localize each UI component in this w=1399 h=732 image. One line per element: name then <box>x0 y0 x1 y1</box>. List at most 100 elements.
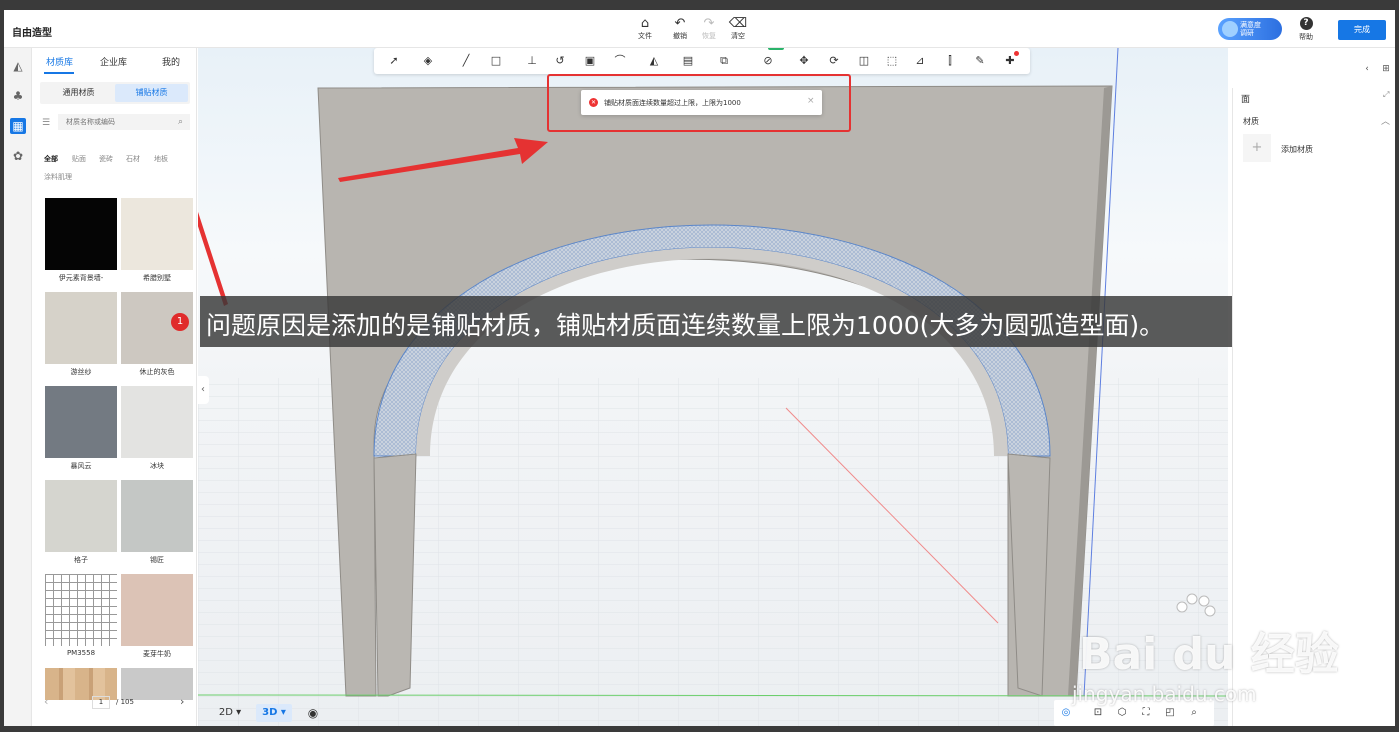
prev-page-icon[interactable]: ‹ <box>44 695 48 708</box>
brush-icon[interactable]: ✎ <box>970 52 990 70</box>
search-icon[interactable]: ⌕ <box>178 117 183 127</box>
rotate-icon[interactable]: ⟳ <box>824 52 844 70</box>
category-floor[interactable]: 地板 <box>154 154 168 164</box>
help-button[interactable]: ? 帮助 <box>1293 17 1319 43</box>
tape-icon[interactable]: ⊿ <box>910 52 930 70</box>
eye-icon[interactable]: ◉ <box>303 704 323 722</box>
material-swatch <box>121 386 193 458</box>
chevron-up-icon[interactable]: ︿ <box>1381 114 1390 127</box>
camera-icon[interactable]: ⊡ <box>1090 705 1106 721</box>
notification-dot <box>1014 51 1019 56</box>
arch-scene <box>198 48 1228 726</box>
boolean-icon[interactable]: ⧉ <box>714 52 734 70</box>
follow-me-icon[interactable]: ↺ <box>550 52 570 70</box>
orbit-icon[interactable]: ◎ <box>1058 705 1074 721</box>
done-button[interactable]: 完成 <box>1338 20 1386 40</box>
smart-tool-icon[interactable]: ⊘ <box>758 52 778 70</box>
subtab-general-material[interactable]: 通用材质 <box>42 84 115 102</box>
material-swatch <box>121 198 193 270</box>
next-page-icon[interactable]: › <box>180 695 184 708</box>
satisfaction-survey-button[interactable]: 满意度 调研 <box>1218 18 1282 40</box>
paint-bucket-icon[interactable]: ◈ <box>418 52 438 70</box>
category-paint-texture[interactable]: 涂料肌理 <box>44 172 72 182</box>
frame-icon[interactable]: ◰ <box>1162 705 1178 721</box>
active-tab-indicator <box>44 72 74 74</box>
offset-icon[interactable]: ▣ <box>580 52 600 70</box>
material-tile[interactable] <box>121 574 193 646</box>
arc-icon[interactable]: ⌒ <box>610 52 630 70</box>
material-tile[interactable] <box>45 574 117 646</box>
clear-button[interactable]: ⌫ 清空 <box>723 16 753 44</box>
material-tile[interactable] <box>45 480 117 552</box>
redo-label: 恢复 <box>702 32 716 40</box>
material-type-switch: 通用材质 铺贴材质 <box>40 82 190 104</box>
cube-icon[interactable]: ⬡ <box>1114 705 1130 721</box>
category-all[interactable]: 全部 <box>44 154 58 164</box>
category-veneer[interactable]: 贴面 <box>72 154 86 164</box>
undo-label: 撤销 <box>673 32 687 40</box>
group-icon[interactable]: ⬚ <box>882 52 902 70</box>
eraser-icon: ⌫ <box>728 16 748 31</box>
material-tile[interactable] <box>121 480 193 552</box>
category-stone[interactable]: 石材 <box>126 154 140 164</box>
push-pull-icon[interactable]: ⊥ <box>522 52 542 70</box>
material-swatch <box>45 574 117 646</box>
select-icon[interactable]: ➚ <box>384 52 404 70</box>
3d-viewport[interactable]: ➚ ◈ ╱ □ ⊥ ↺ ▣ ⌒ ◭ ▤ ⧉ ⊘ 限免 ✥ ⟳ ◫ ⬚ ⊿ ⫿ ✎… <box>198 48 1228 726</box>
material-tile[interactable] <box>45 198 117 270</box>
material-label: 暴风云 <box>70 462 92 470</box>
top-bar: 自由造型 ⌂ 文件 ↶ 撤销 ↷ 恢复 ⌫ 清空 满意度 调研 ? 帮助 完成 <box>4 10 1395 48</box>
add-icon[interactable]: + <box>1243 134 1271 162</box>
free-badge: 限免 <box>768 48 785 50</box>
align-icon[interactable]: ▤ <box>678 52 698 70</box>
fit-view-icon[interactable]: ⛶ <box>1138 705 1154 721</box>
search-input[interactable] <box>58 114 190 130</box>
components-icon[interactable]: ✿ <box>10 148 26 164</box>
caption-text: 问题原因是添加的是铺贴材质，铺贴材质面连续数量上限为1000(大多为圆弧造型面)… <box>206 311 1165 340</box>
add-material-button[interactable]: 添加材质 <box>1281 144 1313 155</box>
list-icon[interactable]: ☰ <box>42 118 50 128</box>
move-icon[interactable]: ✥ <box>794 52 814 70</box>
material-tile[interactable] <box>45 292 117 364</box>
rectangle-icon[interactable]: □ <box>486 52 506 70</box>
subtab-tiling-material[interactable]: 铺贴材质 <box>115 84 188 102</box>
watermark-url: jingyan.baidu.com <box>1072 682 1257 706</box>
shapes-icon[interactable]: ◭ <box>10 58 26 74</box>
material-label: 冰块 <box>150 462 164 470</box>
tab-material-library[interactable]: 材质库 <box>46 55 73 68</box>
redo-icon: ↷ <box>703 16 715 31</box>
layout-icon[interactable]: ⊞ <box>1378 62 1394 76</box>
pin-icon[interactable]: ⤢ <box>1383 90 1389 100</box>
error-toast: ✕ 铺贴材质面连续数量超过上限，上限为1000 × <box>581 90 822 115</box>
dimension-icon[interactable]: ⫿ <box>940 52 960 70</box>
line-icon[interactable]: ╱ <box>456 52 476 70</box>
material-label: 伊元素背景墙- <box>58 274 104 282</box>
materials-icon[interactable]: ▦ <box>10 118 26 134</box>
close-icon[interactable]: × <box>807 96 815 106</box>
undo-button[interactable]: ↶ 撤销 <box>665 16 695 44</box>
material-label: 格子 <box>74 556 88 564</box>
material-tile[interactable] <box>45 386 117 458</box>
help-icon: ? <box>1299 17 1313 30</box>
category-tile[interactable]: 瓷砖 <box>99 154 113 164</box>
tab-enterprise-library[interactable]: 企业库 <box>100 55 127 68</box>
left-rail: ◭ ♣ ▦ ✿ <box>4 48 32 726</box>
page-number-input[interactable]: 1 <box>92 696 110 709</box>
collapse-panel-button[interactable]: ‹ <box>197 376 209 404</box>
mirror-icon[interactable]: ◭ <box>644 52 664 70</box>
survey-icon <box>1222 21 1238 37</box>
view-3d-button[interactable]: 3D ▾ <box>256 704 292 722</box>
material-tile[interactable] <box>121 386 193 458</box>
view-3d-label: 3D <box>262 707 278 718</box>
models-icon[interactable]: ♣ <box>10 88 26 104</box>
material-tile[interactable] <box>121 198 193 270</box>
zoom-icon[interactable]: ⌕ <box>1186 705 1202 721</box>
view-2d-button[interactable]: 2D ▾ <box>213 704 247 722</box>
scale-icon[interactable]: ◫ <box>854 52 874 70</box>
tab-mine[interactable]: 我的 <box>162 55 180 68</box>
redo-button[interactable]: ↷ 恢复 <box>694 16 724 44</box>
material-swatch <box>45 480 117 552</box>
file-button[interactable]: ⌂ 文件 <box>630 16 660 44</box>
material-label: 麦芽牛奶 <box>143 650 171 658</box>
chevron-left-icon[interactable]: ‹ <box>1360 62 1374 76</box>
